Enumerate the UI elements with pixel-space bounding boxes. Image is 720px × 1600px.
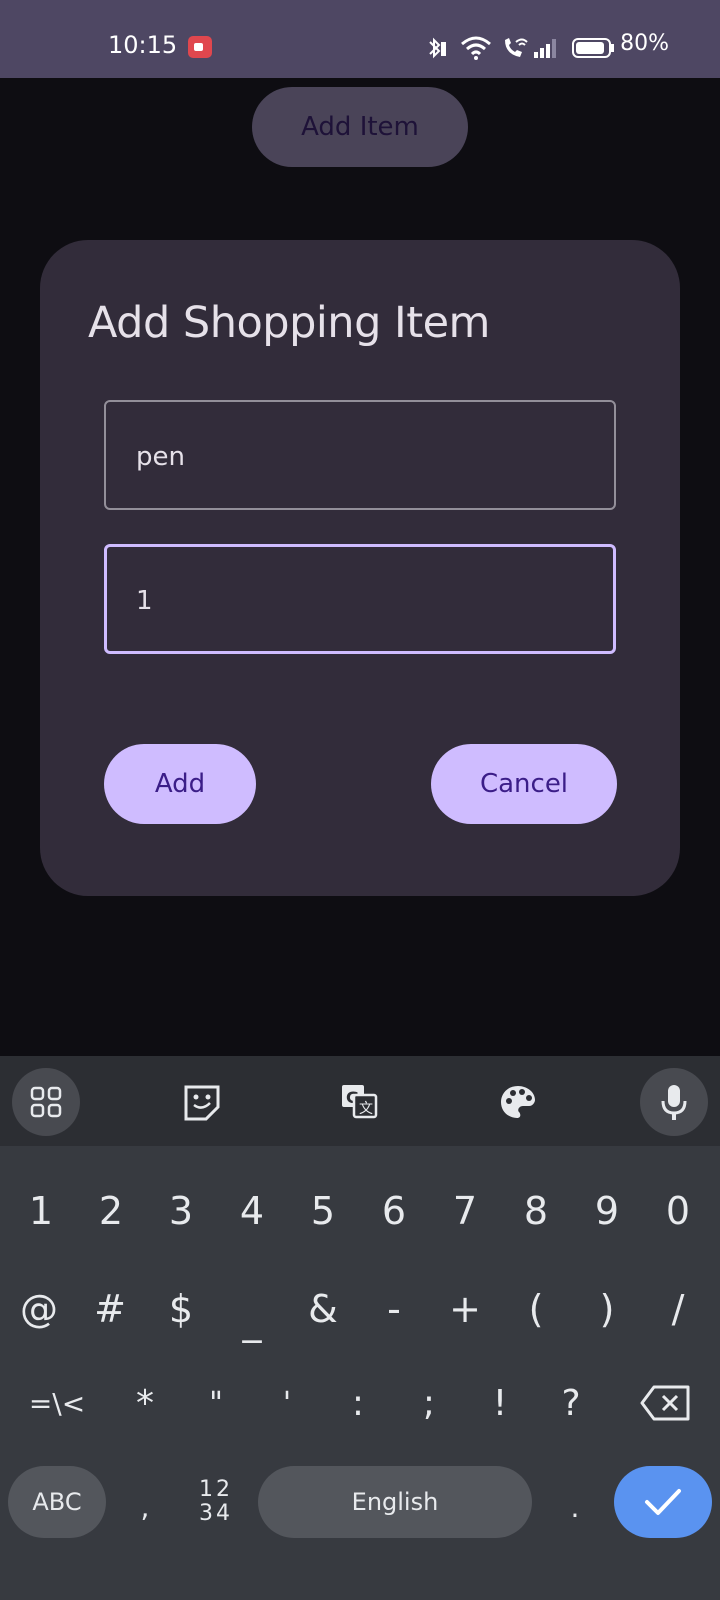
add-button[interactable]: Add: [104, 744, 256, 824]
key-open-paren[interactable]: (: [501, 1276, 571, 1342]
key-semicolon[interactable]: ;: [394, 1368, 464, 1438]
apps-grid-icon[interactable]: [12, 1068, 80, 1136]
key-4[interactable]: 4: [217, 1178, 287, 1244]
dialog-title: Add Shopping Item: [88, 298, 490, 348]
space-key[interactable]: English: [258, 1466, 532, 1538]
status-bar: 10:15 80%: [0, 0, 720, 78]
key-single-quote[interactable]: ': [252, 1368, 322, 1438]
key-question[interactable]: ?: [536, 1368, 606, 1438]
key-0[interactable]: 0: [643, 1178, 713, 1244]
backspace-icon[interactable]: [626, 1368, 706, 1438]
item-quantity-field[interactable]: 1: [104, 544, 616, 654]
key-more-symbols[interactable]: =\<: [12, 1368, 102, 1438]
status-time: 10:15: [108, 31, 178, 59]
key-double-quote[interactable]: ": [181, 1368, 251, 1438]
key-comma[interactable]: ,: [110, 1474, 180, 1540]
wifi-icon: [461, 36, 491, 60]
add-item-dialog: Add Shopping Item pen 1 Add Cancel: [40, 240, 680, 896]
keyboard: G 文 1 2 3 4 5 6 7 8 9 0 @ # $ _ & - + (…: [0, 1056, 720, 1600]
key-exclamation[interactable]: !: [465, 1368, 535, 1438]
keyboard-toolbar: G 文: [0, 1056, 720, 1146]
key-3[interactable]: 3: [146, 1178, 216, 1244]
key-9[interactable]: 9: [572, 1178, 642, 1244]
sticker-icon[interactable]: [168, 1068, 236, 1136]
cancel-button[interactable]: Cancel: [431, 744, 617, 824]
signal-icon: [534, 39, 556, 58]
key-ampersand[interactable]: &: [288, 1276, 358, 1342]
item-name-value: pen: [136, 442, 185, 472]
key-7[interactable]: 7: [430, 1178, 500, 1244]
key-8[interactable]: 8: [501, 1178, 571, 1244]
done-key[interactable]: [614, 1466, 712, 1538]
battery-icon: [572, 38, 614, 58]
key-close-paren[interactable]: ): [572, 1276, 642, 1342]
palette-icon[interactable]: [484, 1068, 552, 1136]
microphone-icon[interactable]: [640, 1068, 708, 1136]
wifi-calling-icon: [505, 38, 528, 57]
key-dollar[interactable]: $: [146, 1276, 216, 1342]
key-6[interactable]: 6: [359, 1178, 429, 1244]
key-plus[interactable]: +: [430, 1276, 500, 1342]
key-period[interactable]: .: [540, 1474, 610, 1540]
key-colon[interactable]: :: [323, 1368, 393, 1438]
key-2[interactable]: 2: [76, 1178, 146, 1244]
translate-icon[interactable]: G 文: [326, 1068, 394, 1136]
key-at[interactable]: @: [4, 1276, 74, 1342]
item-quantity-value: 1: [136, 586, 153, 616]
key-minus[interactable]: -: [359, 1276, 429, 1342]
key-1[interactable]: 1: [6, 1178, 76, 1244]
numpad-key-top: 12: [199, 1477, 233, 1502]
key-hash[interactable]: #: [75, 1276, 145, 1342]
key-underscore[interactable]: _: [217, 1288, 287, 1354]
numpad-key-bottom: 34: [199, 1501, 233, 1526]
key-slash[interactable]: /: [643, 1276, 713, 1342]
battery-percent: 80%: [620, 31, 669, 56]
add-item-button[interactable]: Add Item: [252, 87, 468, 167]
check-icon: [645, 1489, 681, 1515]
bluetooth-icon: [429, 37, 446, 59]
key-5[interactable]: 5: [288, 1178, 358, 1244]
abc-key[interactable]: ABC: [8, 1466, 106, 1538]
svg-text:文: 文: [359, 1101, 373, 1117]
screen-record-icon: [188, 36, 212, 58]
numpad-key[interactable]: 12 34: [180, 1466, 252, 1538]
item-name-field[interactable]: pen: [104, 400, 616, 510]
key-asterisk[interactable]: *: [110, 1368, 180, 1438]
